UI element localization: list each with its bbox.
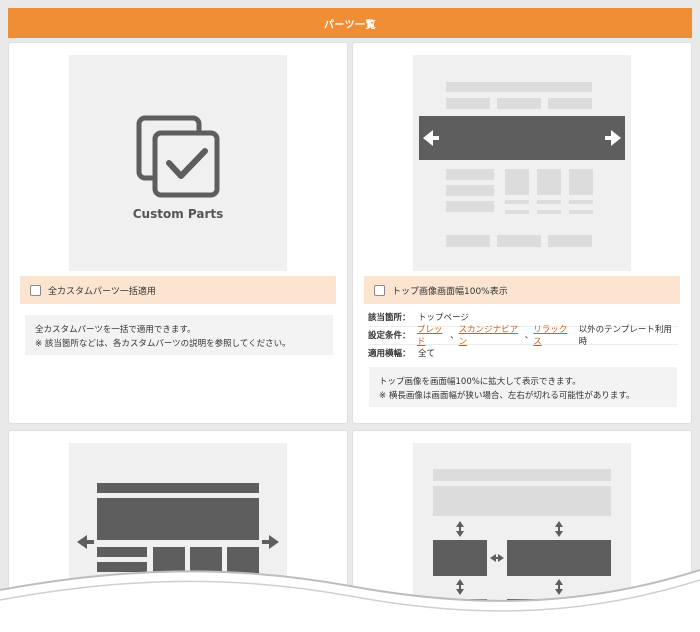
desc-line: トップ画像を画面幅100%に拡大して表示できます。 xyxy=(379,377,581,387)
desc-line: 全カスタムパーツを一括で適用できます。 xyxy=(35,325,196,335)
fullwidth-layout-icon xyxy=(419,82,625,247)
card-custom-parts: Custom Parts 全カスタムパーツ一括適用 全カスタムパーツを一括で適用… xyxy=(8,42,348,424)
separator: 、 xyxy=(524,330,534,341)
checkbox-top-image-fullwidth[interactable] xyxy=(374,284,385,296)
link-scandinavian[interactable]: スカンジナビアン xyxy=(459,324,525,348)
link-bread[interactable]: ブレッド xyxy=(417,324,450,348)
width-key: 適用横幅： xyxy=(368,349,411,359)
card-description: 全カスタムパーツを一括で適用できます。 ※ 該当箇所などは、各カスタムパーツの説… xyxy=(25,315,333,355)
option-label: 全カスタムパーツ一括適用 xyxy=(48,286,156,297)
custom-parts-label: Custom Parts xyxy=(132,207,224,221)
option-label: トップ画像画面幅100%表示 xyxy=(392,286,508,297)
link-relax[interactable]: リラックス xyxy=(533,324,574,348)
custom-parts-icon xyxy=(136,115,220,198)
page-title: パーツ一覧 xyxy=(323,19,377,31)
condition-key: 設定条件： xyxy=(368,330,411,341)
card-description: トップ画像を画面幅100%に拡大して表示できます。 ※ 横長画像は画面幅が狭い場… xyxy=(369,367,677,407)
option-top-image-fullwidth[interactable]: トップ画像画面幅100%表示 xyxy=(364,276,680,304)
page-header: パーツ一覧 xyxy=(8,8,692,38)
location-key: 該当箇所： xyxy=(368,312,411,323)
desc-line: ※ 該当箇所などは、各カスタムパーツの説明を参照してください。 xyxy=(35,339,291,349)
condition-tail: 以外のテンプレート利用時 xyxy=(578,324,672,347)
location-value: トップページ xyxy=(418,312,469,323)
option-all-custom-parts[interactable]: 全カスタムパーツ一括適用 xyxy=(20,276,336,304)
top-image-thumbnail xyxy=(413,55,631,271)
width-value: 全て xyxy=(418,349,436,359)
separator: 、 xyxy=(450,330,459,341)
card-top-image-fullwidth: トップ画像画面幅100%表示 該当箇所： トップページ 設定条件： ブレッド 、… xyxy=(352,42,692,424)
desc-line: ※ 横長画像は画面幅が狭い場合、左右が切れる可能性があります。 xyxy=(379,391,635,401)
torn-edge-decoration xyxy=(0,569,700,632)
custom-parts-thumbnail: Custom Parts xyxy=(69,55,287,271)
card-meta: 該当箇所： トップページ 設定条件： ブレッド 、 スカンジナビアン 、 リラッ… xyxy=(368,309,678,363)
checkbox-all-custom-parts[interactable] xyxy=(30,284,41,296)
